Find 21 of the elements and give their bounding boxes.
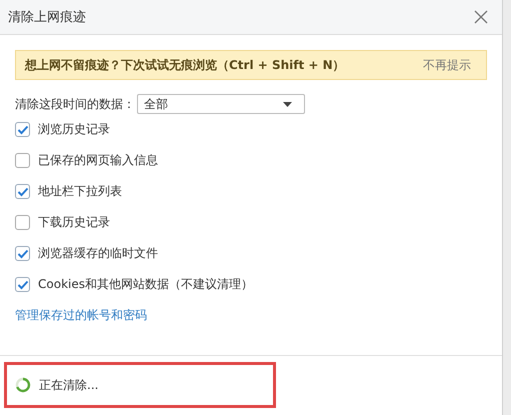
option-label: 地址栏下拉列表 [38, 183, 122, 200]
caret-icon [283, 102, 292, 106]
option-label: 已保存的网页输入信息 [38, 152, 158, 169]
checkbox[interactable] [15, 153, 30, 168]
checkbox[interactable] [15, 122, 30, 137]
checkbox[interactable] [15, 215, 30, 230]
status-text: 正在清除... [39, 376, 98, 394]
window-title: 清除上网痕迹 [8, 9, 86, 26]
checkbox[interactable] [15, 184, 30, 199]
close-icon[interactable] [474, 10, 488, 24]
option-label: Cookies和其他网站数据（不建议清理） [38, 276, 253, 293]
time-range-label: 清除这段时间的数据： [15, 96, 135, 112]
checkbox[interactable] [15, 246, 30, 261]
time-range-dropdown[interactable]: 全部 [137, 94, 305, 114]
dismiss-link[interactable]: 不再提示 [423, 56, 471, 74]
option-label: 下载历史记录 [38, 214, 110, 231]
option-label: 浏览器缓存的临时文件 [38, 245, 158, 262]
tip-message: 想上网不留痕迹？下次试试无痕浏览（Ctrl + Shift + N） [25, 56, 345, 74]
option-label: 浏览历史记录 [38, 121, 110, 138]
checkbox[interactable] [15, 277, 30, 292]
manage-accounts-link[interactable]: 管理保存过的帐号和密码 [15, 307, 147, 324]
